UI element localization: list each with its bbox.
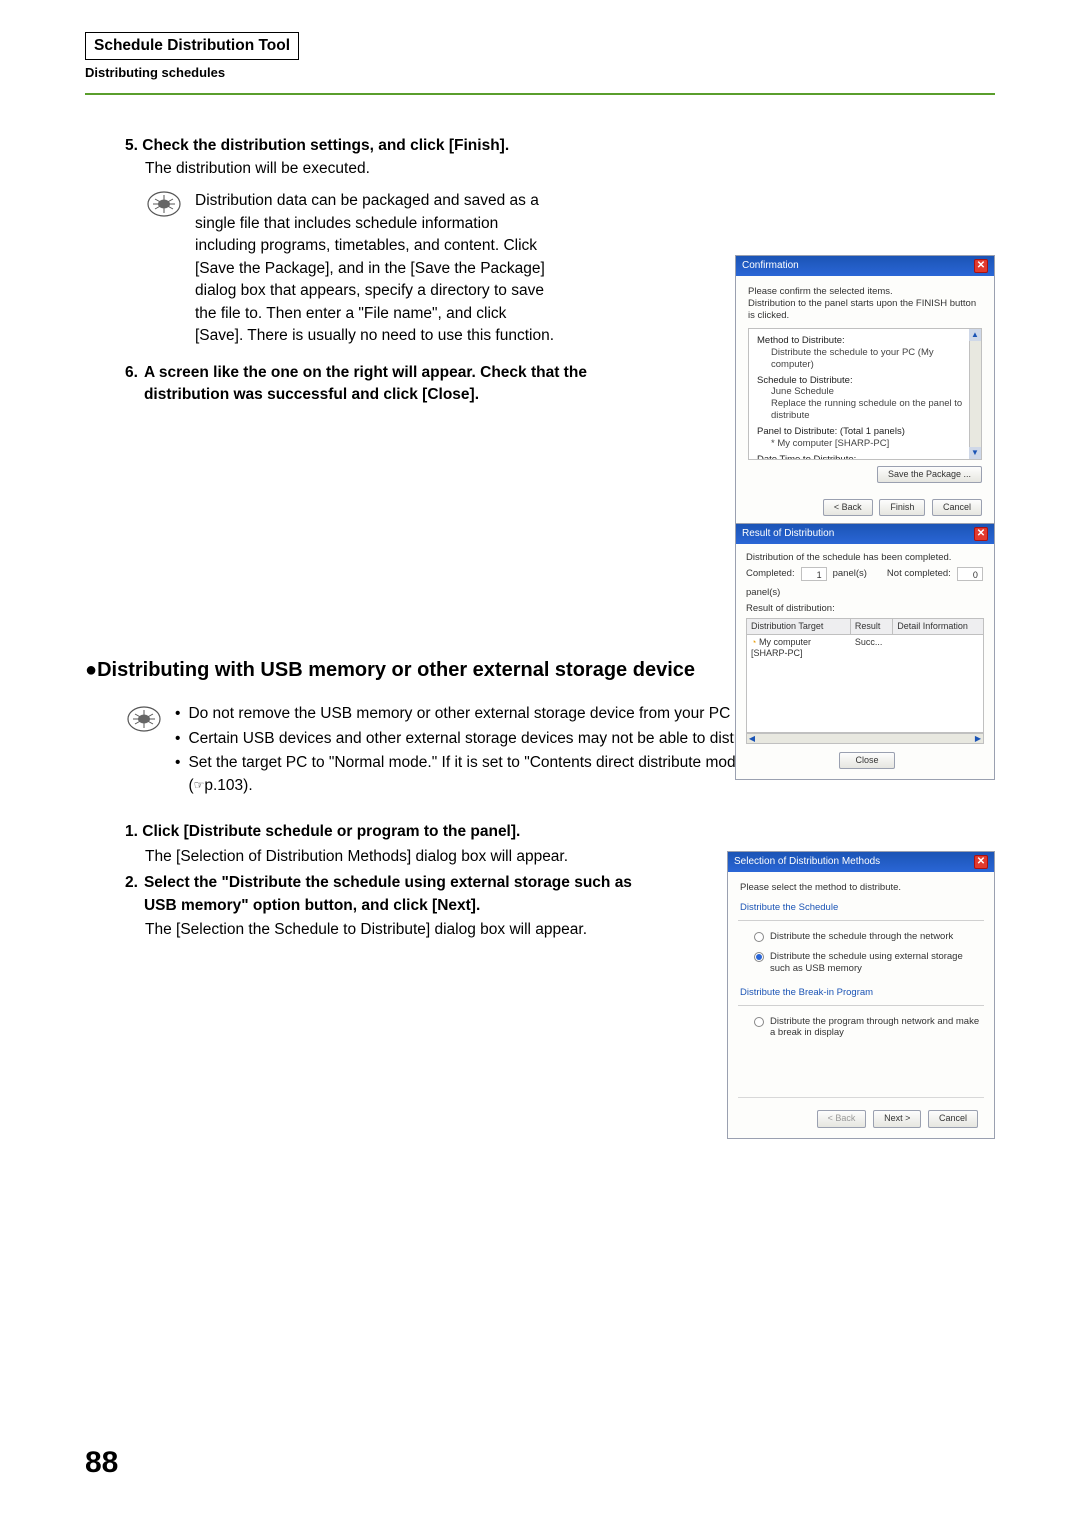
- step-number: 5.: [125, 137, 138, 154]
- panel-key: Panel to Distribute: (Total 1 panels): [757, 426, 905, 437]
- confirm-line2: Distribution to the panel starts upon th…: [748, 298, 982, 322]
- dialog-title: Result of Distribution: [742, 528, 834, 541]
- th-target: Distribution Target: [747, 619, 851, 634]
- result-subhead: Result of distribution:: [746, 603, 984, 615]
- option-usb[interactable]: Distribute the schedule using external s…: [740, 947, 982, 979]
- confirm-scrollbox: Method to Distribute:Distribute the sche…: [748, 328, 982, 460]
- close-icon[interactable]: ✕: [974, 855, 988, 869]
- scrollbar[interactable]: [969, 329, 981, 459]
- method-key: Method to Distribute:: [757, 335, 845, 346]
- back-button[interactable]: < Back: [823, 499, 873, 516]
- sched-val2: Replace the running schedule on the pane…: [757, 398, 973, 422]
- cancel-button[interactable]: Cancel: [928, 1110, 978, 1127]
- usb-steps: 1. Click [Distribute schedule or program…: [85, 821, 995, 941]
- notcompleted-value: 0: [957, 567, 983, 581]
- next-button[interactable]: Next >: [873, 1110, 921, 1127]
- select-prompt: Please select the method to distribute.: [740, 882, 982, 894]
- scroll-down-icon[interactable]: ▼: [969, 447, 981, 459]
- header-title-box: Schedule Distribution Tool: [85, 32, 299, 60]
- completed-label: Completed:: [746, 568, 795, 580]
- finish-button[interactable]: Finish: [879, 499, 925, 516]
- result-dialog: Result of Distribution ✕ Distribution of…: [735, 523, 995, 780]
- option-label: Distribute the program through network a…: [770, 1016, 982, 1040]
- clock-icon: ◔: [751, 637, 756, 647]
- result-line1: Distribution of the schedule has been co…: [746, 552, 984, 564]
- th-detail: Detail Information: [893, 619, 983, 634]
- step-title: A screen like the one on the right will …: [144, 362, 644, 407]
- bullet-icon: •: [175, 703, 180, 725]
- dialog-title: Confirmation: [742, 260, 799, 273]
- bullet-icon: •: [175, 752, 180, 797]
- option-breakin[interactable]: Distribute the program through network a…: [740, 1012, 982, 1044]
- panels-label: panel(s): [746, 587, 780, 599]
- option-label: Distribute the schedule using external s…: [770, 951, 982, 975]
- page-content: 5. Check the distribution settings, and …: [85, 135, 995, 941]
- step-title: Click [Distribute schedule or program to…: [142, 823, 520, 840]
- tips-text: Distribution data can be packaged and sa…: [195, 190, 555, 347]
- th-result: Result: [851, 619, 893, 634]
- sched-val1: June Schedule: [757, 386, 973, 398]
- panels-label: panel(s): [833, 568, 867, 580]
- step-body: The [Selection the Schedule to Distribut…: [125, 919, 605, 941]
- close-icon[interactable]: ✕: [974, 259, 988, 273]
- save-package-button[interactable]: Save the Package ...: [877, 466, 982, 483]
- radio-icon[interactable]: [754, 952, 764, 962]
- result-table: Distribution Target Result Detail Inform…: [746, 618, 984, 733]
- method-val: Distribute the schedule to your PC (My c…: [757, 347, 973, 371]
- header-divider: [85, 93, 995, 95]
- header-subtitle: Distributing schedules: [85, 64, 995, 83]
- step-title: Select the "Distribute the schedule usin…: [144, 872, 645, 917]
- panel-val: * My computer [SHARP-PC]: [757, 438, 973, 450]
- selection-methods-dialog: Selection of Distribution Methods ✕ Plea…: [727, 851, 995, 1138]
- confirmation-dialog: Confirmation ✕ Please confirm the select…: [735, 255, 995, 527]
- bullet-icon: •: [175, 728, 180, 750]
- dialog-title: Selection of Distribution Methods: [734, 856, 880, 869]
- row-result: Succ...: [851, 635, 893, 662]
- close-button[interactable]: Close: [839, 752, 895, 769]
- back-button: < Back: [817, 1110, 867, 1127]
- distribute-schedule-label: Distribute the Schedule: [740, 902, 982, 914]
- radio-icon[interactable]: [754, 1017, 764, 1027]
- row-detail: [893, 635, 983, 662]
- close-icon[interactable]: ✕: [974, 527, 988, 541]
- notcompleted-label: Not completed:: [887, 568, 951, 580]
- option-label: Distribute the schedule through the netw…: [770, 931, 953, 943]
- horizontal-scrollbar[interactable]: ◀▶: [746, 733, 984, 744]
- tips-icon: [125, 705, 163, 733]
- pageref-icon: ☞: [194, 778, 205, 792]
- step-number: 6.: [125, 362, 138, 407]
- step-number: 1.: [125, 823, 138, 840]
- completed-value: 1: [801, 567, 827, 581]
- step-body: The distribution will be executed.: [125, 158, 995, 180]
- step-title: Check the distribution settings, and cli…: [142, 137, 509, 154]
- step-number: 2.: [125, 872, 138, 917]
- dialog-titlebar: Result of Distribution ✕: [736, 524, 994, 544]
- tips-icon: [145, 190, 183, 218]
- usb-step-2: 2. Select the "Distribute the schedule u…: [125, 872, 645, 941]
- sched-key: Schedule to Distribute:: [757, 375, 853, 386]
- scroll-right-icon[interactable]: ▶: [973, 734, 983, 743]
- page-number: 88: [85, 1441, 118, 1485]
- cancel-button[interactable]: Cancel: [932, 499, 982, 516]
- dialog-titlebar: Confirmation ✕: [736, 256, 994, 276]
- radio-icon[interactable]: [754, 932, 764, 942]
- confirm-line1: Please confirm the selected items.: [748, 286, 982, 298]
- row-target: My computer [SHARP-PC]: [751, 637, 811, 658]
- dialog-titlebar: Selection of Distribution Methods ✕: [728, 852, 994, 872]
- option-network[interactable]: Distribute the schedule through the netw…: [740, 927, 982, 947]
- distribute-breakin-label: Distribute the Break-in Program: [740, 987, 982, 999]
- table-row: ◔ My computer [SHARP-PC] Succ...: [747, 635, 983, 662]
- scroll-left-icon[interactable]: ◀: [747, 734, 757, 743]
- scroll-up-icon[interactable]: ▲: [969, 329, 981, 341]
- bullet-icon: ●: [85, 659, 97, 681]
- date-key: Date Time to Distribute:: [757, 454, 856, 460]
